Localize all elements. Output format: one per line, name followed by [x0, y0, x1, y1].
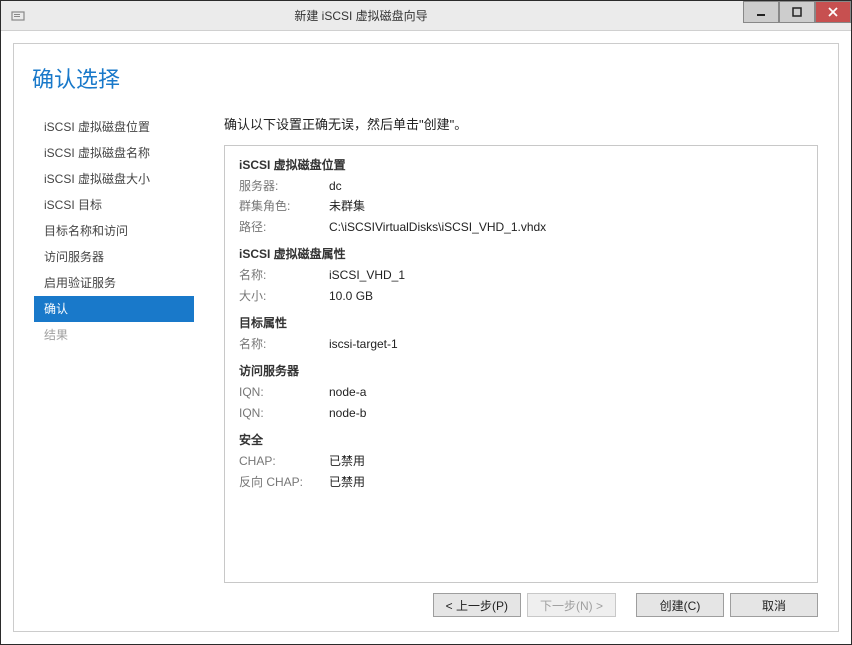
section-target-title: 目标属性: [239, 314, 803, 331]
section-location-title: iSCSI 虚拟磁盘位置: [239, 156, 803, 173]
wizard-window: 新建 iSCSI 虚拟磁盘向导 确认选择 iSCSI 虚拟磁盘位置 iSCSI …: [0, 0, 852, 645]
kv-iqn1: IQN:node-a: [239, 382, 803, 402]
sidebar-steps: iSCSI 虚拟磁盘位置 iSCSI 虚拟磁盘名称 iSCSI 虚拟磁盘大小 i…: [34, 114, 194, 348]
label-targetname: 名称:: [239, 334, 329, 354]
value-cluster: 未群集: [329, 196, 365, 216]
value-targetname: iscsi-target-1: [329, 334, 398, 354]
value-chap: 已禁用: [329, 451, 365, 471]
label-iqn1: IQN:: [239, 382, 329, 402]
titlebar: 新建 iSCSI 虚拟磁盘向导: [1, 1, 851, 31]
value-diskname: iSCSI_VHD_1: [329, 265, 405, 285]
content-area: 确认选择 iSCSI 虚拟磁盘位置 iSCSI 虚拟磁盘名称 iSCSI 虚拟磁…: [1, 31, 851, 644]
label-server: 服务器:: [239, 176, 329, 196]
summary-panel: iSCSI 虚拟磁盘位置 服务器:dc 群集角色:未群集 路径:C:\iSCSI…: [224, 145, 818, 583]
sidebar-item-auth[interactable]: 启用验证服务: [34, 270, 194, 296]
inner-panel: 确认选择 iSCSI 虚拟磁盘位置 iSCSI 虚拟磁盘名称 iSCSI 虚拟磁…: [13, 43, 839, 632]
instruction-text: 确认以下设置正确无误，然后单击"创建"。: [224, 114, 818, 133]
kv-iqn2: IQN:node-b: [239, 403, 803, 423]
kv-diskname: 名称:iSCSI_VHD_1: [239, 265, 803, 285]
sidebar-item-location[interactable]: iSCSI 虚拟磁盘位置: [34, 114, 194, 140]
label-iqn2: IQN:: [239, 403, 329, 423]
create-button[interactable]: 创建(C): [636, 593, 724, 617]
sidebar-item-confirm[interactable]: 确认: [34, 296, 194, 322]
window-controls: [743, 1, 851, 30]
page-heading: 确认选择: [32, 62, 120, 94]
section-security-title: 安全: [239, 431, 803, 448]
label-cluster: 群集角色:: [239, 196, 329, 216]
label-diskname: 名称:: [239, 265, 329, 285]
kv-chap: CHAP:已禁用: [239, 451, 803, 471]
app-icon: [7, 5, 29, 27]
sidebar-item-name[interactable]: iSCSI 虚拟磁盘名称: [34, 140, 194, 166]
window-title: 新建 iSCSI 虚拟磁盘向导: [29, 7, 693, 24]
value-server: dc: [329, 176, 342, 196]
label-disksize: 大小:: [239, 286, 329, 306]
close-button[interactable]: [815, 1, 851, 23]
kv-cluster: 群集角色:未群集: [239, 196, 803, 216]
kv-path: 路径:C:\iSCSIVirtualDisks\iSCSI_VHD_1.vhdx: [239, 217, 803, 237]
value-path: C:\iSCSIVirtualDisks\iSCSI_VHD_1.vhdx: [329, 217, 546, 237]
kv-targetname: 名称:iscsi-target-1: [239, 334, 803, 354]
next-button: 下一步(N) >: [527, 593, 616, 617]
sidebar-item-target-name[interactable]: 目标名称和访问: [34, 218, 194, 244]
kv-server: 服务器:dc: [239, 176, 803, 196]
label-chap: CHAP:: [239, 451, 329, 471]
sidebar-item-size[interactable]: iSCSI 虚拟磁盘大小: [34, 166, 194, 192]
kv-disksize: 大小:10.0 GB: [239, 286, 803, 306]
kv-rchap: 反向 CHAP:已禁用: [239, 472, 803, 492]
sidebar-item-target[interactable]: iSCSI 目标: [34, 192, 194, 218]
value-iqn1: node-a: [329, 382, 366, 402]
sidebar-item-result: 结果: [34, 322, 194, 348]
label-rchap: 反向 CHAP:: [239, 472, 329, 492]
previous-button[interactable]: < 上一步(P): [433, 593, 521, 617]
label-path: 路径:: [239, 217, 329, 237]
cancel-button[interactable]: 取消: [730, 593, 818, 617]
value-rchap: 已禁用: [329, 472, 365, 492]
footer-buttons: < 上一步(P) 下一步(N) > 创建(C) 取消: [433, 593, 818, 617]
value-disksize: 10.0 GB: [329, 286, 373, 306]
minimize-button[interactable]: [743, 1, 779, 23]
section-props-title: iSCSI 虚拟磁盘属性: [239, 245, 803, 262]
maximize-button[interactable]: [779, 1, 815, 23]
section-access-title: 访问服务器: [239, 362, 803, 379]
main-area: 确认以下设置正确无误，然后单击"创建"。 iSCSI 虚拟磁盘位置 服务器:dc…: [224, 114, 818, 571]
value-iqn2: node-b: [329, 403, 366, 423]
sidebar-item-access[interactable]: 访问服务器: [34, 244, 194, 270]
